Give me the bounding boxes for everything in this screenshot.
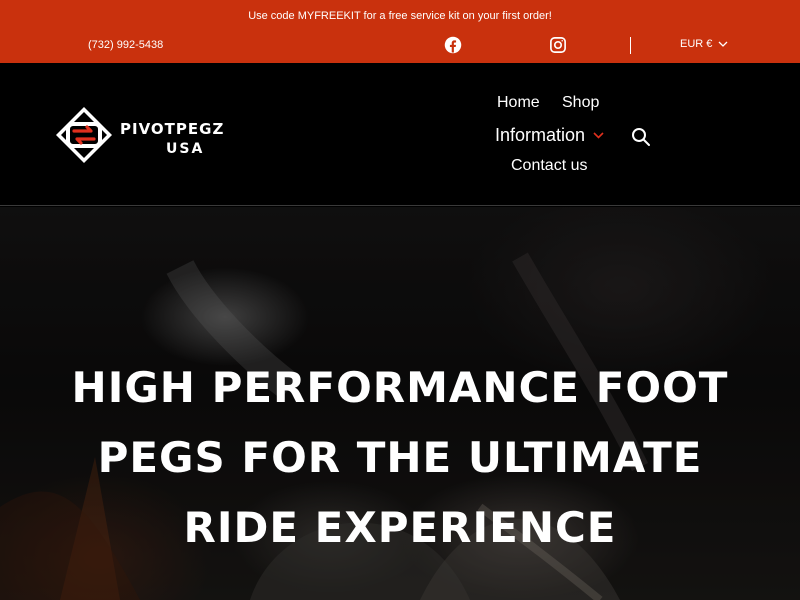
hero-title: HIGH PERFORMANCE FOOT PEGS FOR THE ULTIM… xyxy=(71,363,729,552)
promo-text: Use code MYFREEKIT for a free service ki… xyxy=(248,10,552,22)
nav-item-information[interactable]: Information xyxy=(495,125,604,146)
logo-mark-icon xyxy=(56,107,112,163)
announcement-bar: Use code MYFREEKIT for a free service ki… xyxy=(0,0,800,63)
nav-item-shop[interactable]: Shop xyxy=(562,94,599,112)
hero-banner: HIGH PERFORMANCE FOOT PEGS FOR THE ULTIM… xyxy=(0,207,800,600)
chevron-down-icon xyxy=(718,41,728,47)
site-header: PIVOTPEGZ USA Home Shop Information Cont… xyxy=(0,63,800,206)
currency-label: EUR € xyxy=(680,38,713,50)
instagram-icon[interactable] xyxy=(549,36,567,54)
nav-item-contact[interactable]: Contact us xyxy=(511,157,587,175)
divider xyxy=(630,37,631,54)
search-icon[interactable] xyxy=(631,127,651,147)
nav-item-home[interactable]: Home xyxy=(497,94,540,112)
nav-item-information-label: Information xyxy=(495,125,586,145)
logo-wordmark: PIVOTPEGZ xyxy=(120,120,225,138)
facebook-icon[interactable] xyxy=(444,36,462,54)
logo-subtitle: USA xyxy=(166,141,205,157)
phone-number[interactable]: (732) 992-5438 xyxy=(88,39,163,51)
currency-selector[interactable]: EUR € xyxy=(680,38,728,50)
logo[interactable]: PIVOTPEGZ USA xyxy=(54,103,274,167)
chevron-down-icon xyxy=(593,132,604,139)
